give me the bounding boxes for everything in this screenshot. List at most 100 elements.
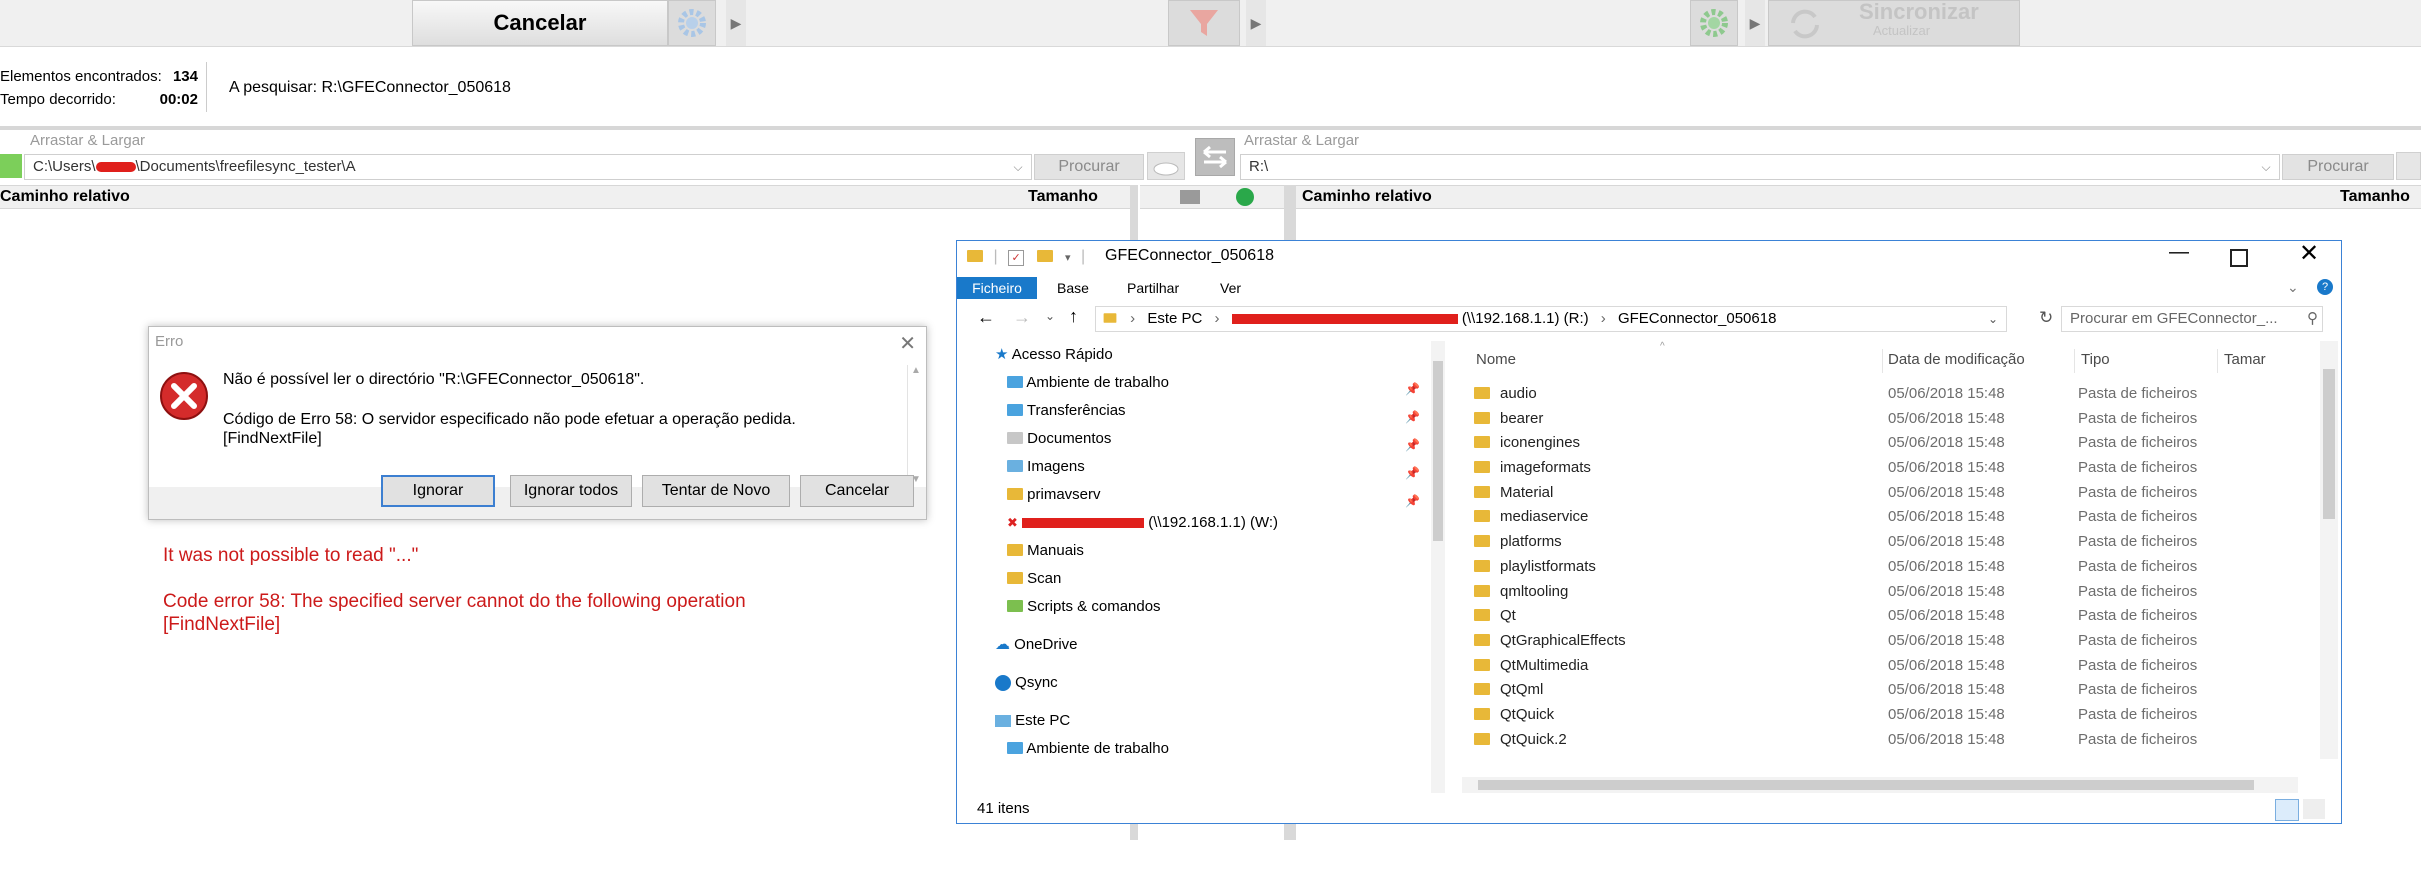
nav-scrollbar[interactable] — [1431, 341, 1445, 793]
compare-settings-button[interactable] — [668, 0, 716, 46]
file-row[interactable]: bearer 05/06/2018 15:48 Pasta de ficheiros — [1474, 407, 2319, 432]
sync-dropdown-arrow[interactable]: ▶ — [1745, 0, 1765, 46]
message-scrollbar[interactable]: ▲ ▼ — [907, 365, 924, 485]
right-path-dropdown-arrow[interactable]: ⌵ — [2254, 155, 2278, 179]
refresh-icon[interactable]: ↻ — [2039, 308, 2053, 328]
file-row[interactable]: QtQml 05/06/2018 15:48 Pasta de ficheiros — [1474, 678, 2319, 703]
file-row[interactable]: QtQuick.2 05/06/2018 15:48 Pasta de fichei… — [1474, 728, 2319, 753]
back-icon[interactable]: ← — [977, 307, 995, 328]
file-row[interactable]: imageformats 05/06/2018 15:48 Pasta de fic… — [1474, 456, 2319, 481]
large-icons-view-icon[interactable] — [2303, 799, 2325, 819]
forward-icon[interactable]: → — [1013, 307, 1031, 328]
address-dropdown-icon[interactable]: ⌄ — [1988, 307, 1998, 331]
file-row[interactable]: QtGraphicalEffects 05/06/2018 15:48 Pasta … — [1474, 629, 2319, 654]
file-row[interactable]: Qt 05/06/2018 15:48 Pasta de ficheiros — [1474, 604, 2319, 629]
col-size[interactable]: Tamar — [2224, 351, 2266, 368]
nav-documents[interactable]: Documentos — [1007, 425, 1111, 453]
nav-desktop[interactable]: Ambiente de trabalho — [1007, 369, 1169, 397]
error-line-2: Código de Erro 58: O servidor especifica… — [223, 411, 796, 428]
col-type[interactable]: Tipo — [2081, 351, 2110, 368]
folder-icon — [1474, 510, 1490, 523]
nav-pc-desktop[interactable]: Ambiente de trabalho — [1007, 735, 1169, 763]
left-browse-button[interactable]: Procurar — [1034, 154, 1144, 180]
file-list-scrollbar[interactable] — [2320, 341, 2338, 759]
file-row[interactable]: audio 05/06/2018 15:48 Pasta de ficheiros — [1474, 382, 2319, 407]
right-col-relative-path[interactable]: Caminho relativo — [1302, 186, 1432, 208]
status-item-count: 41 itens — [977, 800, 1030, 817]
address-bar[interactable]: › Este PC › (\\192.168.1.1) (R:) › GFECo… — [1095, 306, 2007, 332]
tab-file[interactable]: Ficheiro — [957, 277, 1037, 299]
nav-qsync[interactable]: Qsync — [995, 669, 1058, 697]
tab-share[interactable]: Partilhar — [1127, 280, 1179, 296]
left-path-dropdown-arrow[interactable]: ⌵ — [1006, 155, 1030, 179]
right-col-size[interactable]: Tamanho — [2340, 186, 2410, 208]
breadcrumb-drive[interactable]: (\\192.168.1.1) (R:) — [1462, 310, 1589, 327]
compare-dropdown-arrow[interactable]: ▶ — [726, 0, 746, 46]
right-folder-path-input[interactable]: R:\ — [1240, 154, 2280, 180]
nav-this-pc[interactable]: Este PC — [995, 707, 1070, 735]
nav-scan[interactable]: Scan — [1007, 565, 1061, 593]
up-icon[interactable]: ↑ — [1069, 306, 1078, 327]
nav-pictures[interactable]: Imagens — [1007, 453, 1085, 481]
details-view-icon[interactable] — [2275, 799, 2299, 821]
file-date: 05/06/2018 15:48 — [1888, 557, 2005, 575]
file-row[interactable]: QtQuick 05/06/2018 15:48 Pasta de ficheiro… — [1474, 703, 2319, 728]
left-cloud-button[interactable] — [1147, 152, 1185, 180]
ribbon-expand-icon[interactable]: ⌄ — [2287, 279, 2299, 296]
breadcrumb-this-pc[interactable]: Este PC — [1147, 310, 1202, 327]
toolbar-dropdown-icon[interactable]: ▾ — [1065, 252, 1071, 264]
swap-sides-button[interactable] — [1195, 138, 1235, 176]
file-row[interactable]: iconengines 05/06/2018 15:48 Pasta de fich… — [1474, 431, 2319, 456]
right-drag-label: Arrastar & Largar — [1244, 132, 1360, 149]
properties-icon[interactable]: ✓ — [1008, 250, 1025, 266]
file-row[interactable]: QtMultimedia 05/06/2018 15:48 Pasta de fic… — [1474, 654, 2319, 679]
col-name[interactable]: Nome — [1476, 351, 1516, 368]
camera-icon[interactable] — [1180, 190, 1200, 204]
left-col-relative-path[interactable]: Caminho relativo — [0, 186, 130, 208]
synchronize-button[interactable]: Sincronizar Actualizar — [1768, 0, 2020, 46]
new-folder-icon[interactable] — [1036, 249, 1053, 262]
nav-onedrive[interactable]: ☁ OneDrive — [995, 631, 1078, 659]
file-row[interactable]: playlistformats 05/06/2018 15:48 Pasta de … — [1474, 555, 2319, 580]
file-row[interactable]: QtTest 05/06/2018 15:48 Pasta de ficheiros — [1474, 752, 2319, 754]
retry-button[interactable]: Tentar de Novo — [642, 475, 790, 507]
refresh-icon[interactable] — [1236, 188, 1254, 206]
filter-button[interactable] — [1168, 0, 1240, 46]
breadcrumb-folder[interactable]: GFEConnector_050618 — [1618, 310, 1776, 327]
nav-w-drive[interactable]: ✖ (\\192.168.1.1) (W:) — [1007, 509, 1278, 537]
nav-downloads[interactable]: Transferências — [1007, 397, 1126, 425]
tab-home[interactable]: Base — [1057, 280, 1089, 296]
nav-primavserv[interactable]: primavserv — [1007, 481, 1101, 509]
close-window-button[interactable]: ✕ — [2299, 239, 2319, 268]
file-row[interactable]: qmltooling 05/06/2018 15:48 Pasta de fiche… — [1474, 580, 2319, 605]
right-browse-button[interactable]: Procurar — [2282, 154, 2394, 180]
close-icon[interactable]: ✕ — [899, 331, 916, 356]
sync-settings-button[interactable] — [1690, 0, 1738, 46]
tab-view[interactable]: Ver — [1220, 280, 1241, 296]
filter-dropdown-arrow[interactable]: ▶ — [1246, 0, 1266, 46]
search-input[interactable]: Procurar em GFEConnector_... ⚲ — [2061, 306, 2323, 332]
ignore-button[interactable]: Ignorar — [381, 475, 495, 507]
nav-quick-access[interactable]: ★ Acesso Rápido — [995, 341, 1113, 369]
minimize-button[interactable]: — — [2169, 241, 2189, 264]
col-date-modified[interactable]: Data de modificação — [1888, 351, 2025, 368]
nav-scripts[interactable]: Scripts & comandos — [1007, 593, 1161, 621]
file-row[interactable]: Material 05/06/2018 15:48 Pasta de ficheir… — [1474, 481, 2319, 506]
horizontal-scrollbar[interactable] — [1462, 777, 2298, 793]
help-icon[interactable]: ? — [2317, 279, 2333, 295]
recent-dropdown-icon[interactable]: ⌄ — [1045, 309, 1055, 323]
left-col-size[interactable]: Tamanho — [1028, 186, 1098, 208]
ignore-all-button[interactable]: Ignorar todos — [510, 475, 632, 507]
dialog-cancel-button[interactable]: Cancelar — [800, 475, 914, 507]
annotation-line-3: [FindNextFile] — [163, 614, 281, 635]
maximize-button[interactable] — [2230, 249, 2248, 267]
nav-manuais[interactable]: Manuais — [1007, 537, 1084, 565]
file-type: Pasta de ficheiros — [2078, 533, 2198, 551]
error-dialog: Erro ✕ Não é possível ler o directório "… — [148, 326, 927, 520]
file-row[interactable]: mediaservice 05/06/2018 15:48 Pasta de fic… — [1474, 505, 2319, 530]
left-folder-path-input[interactable]: C:\Users\ \Documents\freefilesync_tester\… — [24, 154, 1032, 180]
right-cloud-button[interactable] — [2396, 152, 2421, 180]
add-folder-pair-icon[interactable] — [0, 154, 22, 178]
file-row[interactable]: platforms 05/06/2018 15:48 Pasta de fichei… — [1474, 530, 2319, 555]
cancel-button[interactable]: Cancelar — [412, 0, 668, 46]
